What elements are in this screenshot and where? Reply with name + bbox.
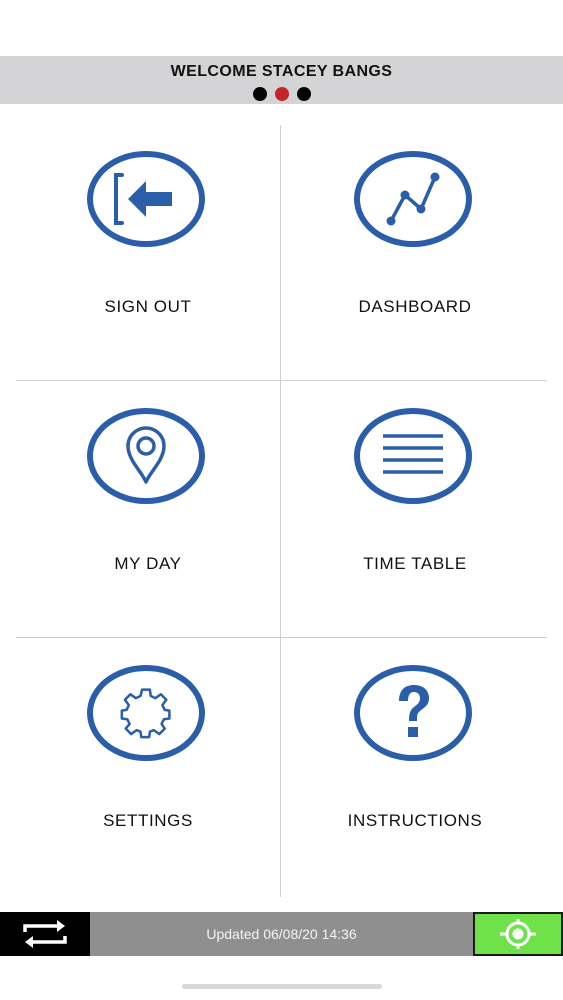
instructions-button[interactable]: INSTRUCTIONS (282, 619, 548, 876)
menu-grid: SIGN OUT DASHBOARD MY DAY TIME TABLE SET… (0, 105, 563, 897)
home-screen: WELCOME STACEY BANGS SIGN OUT DASHBOARD … (0, 0, 563, 1000)
page-indicator (0, 87, 563, 101)
map-pin-icon (126, 426, 166, 484)
sign-out-icon (114, 173, 172, 225)
location-target-icon (500, 919, 536, 949)
status-bar: Updated 06/08/20 14:36 (0, 912, 563, 956)
dashboard-label: DASHBOARD (358, 297, 472, 316)
instructions-icon-ring (354, 665, 472, 761)
my-day-label: MY DAY (114, 554, 182, 573)
welcome-header: WELCOME STACEY BANGS (0, 56, 563, 104)
page-dot-1[interactable] (252, 87, 267, 101)
sync-button[interactable] (0, 912, 90, 956)
page-dot-3[interactable] (296, 87, 311, 101)
settings-icon-ring (87, 665, 205, 761)
time-table-button[interactable]: TIME TABLE (282, 362, 548, 619)
dashboard-icon-ring (354, 151, 472, 247)
time-table-label: TIME TABLE (363, 554, 467, 573)
sync-arrows-icon (23, 920, 67, 948)
gear-icon (120, 688, 171, 739)
welcome-title: WELCOME STACEY BANGS (170, 63, 393, 80)
last-updated-text: Updated 06/08/20 14:36 (206, 926, 357, 942)
instructions-label: INSTRUCTIONS (347, 811, 483, 830)
my-day-icon-ring (87, 408, 205, 504)
location-button[interactable] (473, 912, 563, 956)
page-dot-2-active[interactable] (274, 87, 289, 101)
sign-out-button[interactable]: SIGN OUT (15, 105, 281, 362)
my-day-button[interactable]: MY DAY (15, 362, 281, 619)
dashboard-button[interactable]: DASHBOARD (282, 105, 548, 362)
sign-out-icon-ring (87, 151, 205, 247)
settings-label: SETTINGS (103, 811, 193, 830)
settings-button[interactable]: SETTINGS (15, 619, 281, 876)
sign-out-label: SIGN OUT (104, 297, 192, 316)
list-lines-icon (383, 434, 443, 474)
question-icon (399, 685, 429, 737)
home-indicator[interactable] (182, 984, 382, 989)
time-table-icon-ring (354, 408, 472, 504)
line-chart-icon (386, 172, 440, 226)
